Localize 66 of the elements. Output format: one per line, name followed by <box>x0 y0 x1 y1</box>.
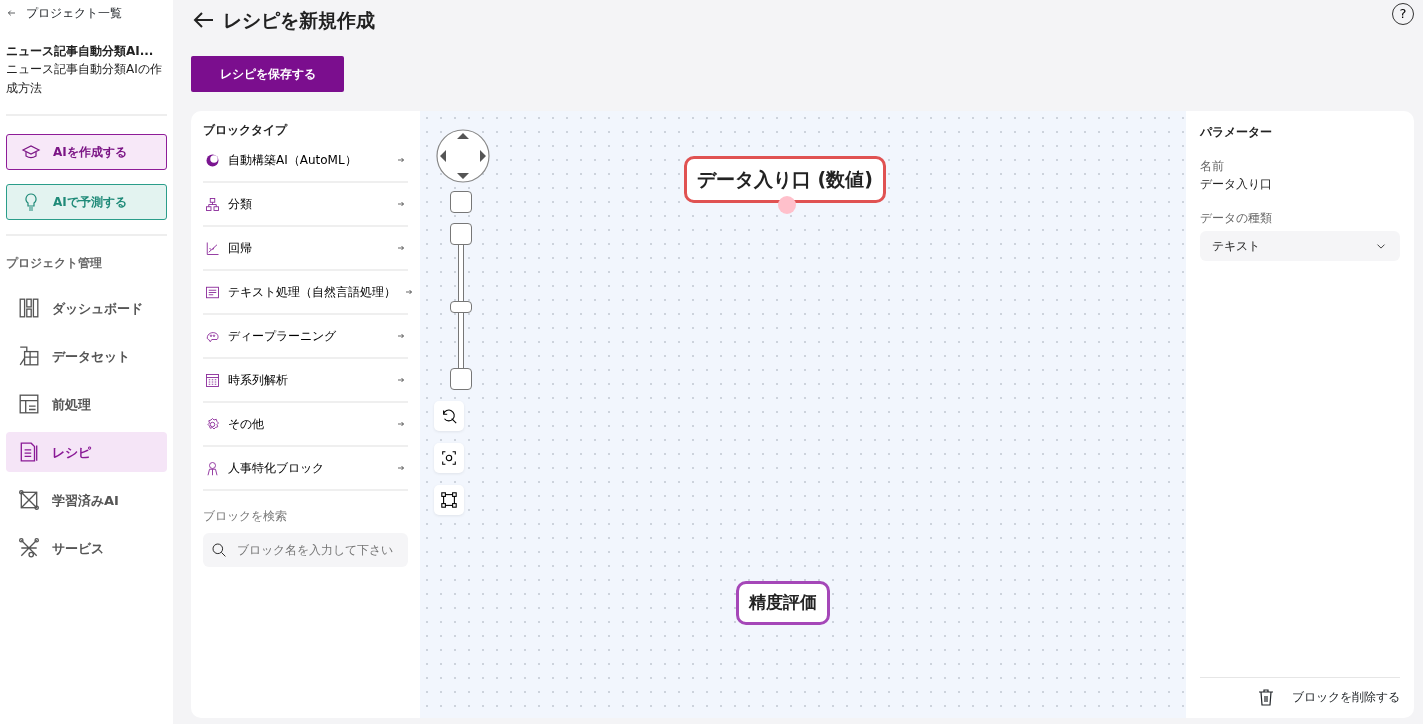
zoom-in-button[interactable] <box>450 191 472 213</box>
reset-zoom-icon <box>440 407 458 425</box>
columns-icon <box>18 297 40 320</box>
data-type-select[interactable]: テキスト <box>1200 231 1400 261</box>
zoom-out-button[interactable] <box>450 368 472 390</box>
block-type-item[interactable]: 人事特化ブロック <box>203 447 408 491</box>
block-type-item[interactable]: 時系列解析 <box>203 359 408 403</box>
field-label: データの種類 <box>1200 210 1273 227</box>
back-arrow-icon <box>6 7 18 19</box>
block-type-item[interactable]: 分類 <box>203 183 408 227</box>
zoom-slider-thumb[interactable] <box>450 300 472 313</box>
project-title: ニュース記事自動分類AI... <box>6 43 155 60</box>
search-label: ブロックを検索 <box>203 508 288 525</box>
scatter-chart-icon <box>205 240 220 256</box>
create-ai-button[interactable]: AIを作成する <box>6 134 167 171</box>
block-type-item[interactable]: テキスト処理（自然言語処理） <box>203 271 408 315</box>
arrow-right-icon <box>404 287 414 297</box>
recipe-node[interactable]: 精度評価 <box>736 581 830 625</box>
arrow-right-icon <box>396 419 406 429</box>
nav-item[interactable]: ダッシュボード <box>6 288 167 329</box>
nav-item[interactable]: 学習済みAI <box>6 480 167 521</box>
zoom-in-button[interactable] <box>450 223 472 245</box>
reset-zoom-button[interactable] <box>434 401 464 431</box>
back-link[interactable]: プロジェクト一覧 <box>6 0 167 26</box>
document-icon <box>18 441 40 464</box>
text-lines-icon <box>205 284 220 300</box>
arrow-right-icon <box>396 199 406 209</box>
block-type-item[interactable]: 自動構築AI（AutoML） <box>203 139 408 183</box>
save-recipe-button[interactable]: レシピを保存する <box>191 56 344 92</box>
block-type-item[interactable]: その他 <box>203 403 408 447</box>
crescent-icon <box>205 152 220 168</box>
frame-button[interactable] <box>434 485 464 515</box>
arrow-right-icon <box>396 331 406 341</box>
focus-icon <box>440 449 458 467</box>
predict-ai-button[interactable]: AIで予測する <box>6 184 167 221</box>
search-icon <box>211 542 227 558</box>
arrow-right-icon <box>396 375 406 385</box>
recipe-node[interactable]: データ入り口 (数値) <box>684 156 886 203</box>
section-title: プロジェクト管理 <box>6 255 103 273</box>
page-title: レシピを新規作成 <box>223 7 375 33</box>
table-arrows-icon <box>18 393 40 416</box>
frame-icon <box>440 491 458 509</box>
calendar-icon <box>205 372 220 388</box>
block-type-item[interactable]: ディープラーニング <box>203 315 408 359</box>
hierarchy-icon <box>205 196 220 212</box>
field-label: 名前 <box>1200 158 1225 175</box>
arrow-right-icon <box>396 155 406 165</box>
person-icon <box>205 460 220 476</box>
delete-block-button[interactable]: ブロックを削除する <box>1256 686 1400 708</box>
table-icon <box>18 345 40 368</box>
block-search-field[interactable]: ブロック名を入力して下さい <box>203 533 408 567</box>
nav-item[interactable]: データセット <box>6 336 167 377</box>
arrow-right-icon <box>396 463 406 473</box>
arrow-right-icon <box>396 243 406 253</box>
pan-control[interactable] <box>436 129 490 183</box>
panel-title: ブロックタイプ <box>203 122 289 139</box>
nav-item[interactable]: サービス <box>6 528 167 569</box>
nav-item[interactable]: 前処理 <box>6 384 167 425</box>
trash-icon <box>1256 686 1276 708</box>
panel-title: パラメーター <box>1200 124 1273 141</box>
name-value: データ入り口 <box>1200 176 1273 193</box>
block-type-item[interactable]: 回帰 <box>203 227 408 271</box>
gear-icon <box>205 416 220 432</box>
project-subtitle: ニュース記事自動分類AIの作成方法 <box>6 61 163 98</box>
nav-item[interactable]: レシピ <box>6 432 167 473</box>
focus-button[interactable] <box>434 443 464 473</box>
